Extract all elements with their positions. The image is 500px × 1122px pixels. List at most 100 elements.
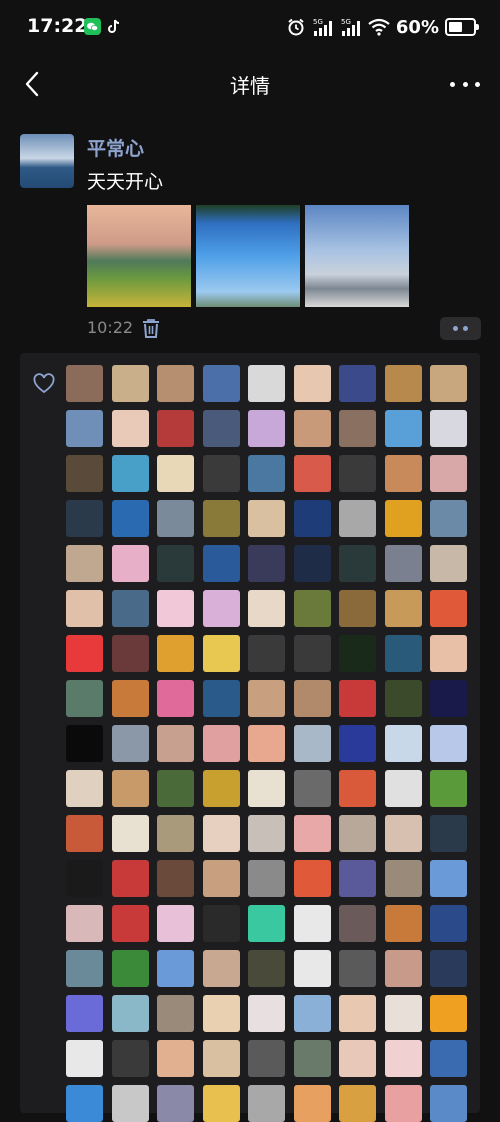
liker-avatar[interactable] [384, 815, 422, 852]
liker-avatar[interactable] [339, 725, 376, 762]
liker-avatar[interactable] [157, 815, 194, 852]
liker-avatar[interactable] [339, 455, 376, 492]
liker-avatar[interactable] [384, 365, 422, 402]
liker-avatar[interactable] [430, 860, 467, 897]
liker-avatar[interactable] [293, 500, 331, 537]
liker-avatar[interactable] [384, 770, 422, 807]
comment-like-button[interactable] [440, 317, 481, 340]
liker-avatar[interactable] [111, 410, 149, 447]
liker-avatar[interactable] [430, 1040, 467, 1077]
liker-avatar[interactable] [339, 680, 376, 717]
liker-avatar[interactable] [157, 410, 194, 447]
liker-avatar[interactable] [66, 680, 103, 717]
liker-avatar[interactable] [66, 410, 103, 447]
liker-avatar[interactable] [339, 365, 376, 402]
liker-avatar[interactable] [430, 995, 467, 1032]
liker-avatar[interactable] [157, 680, 194, 717]
liker-avatar[interactable] [202, 770, 240, 807]
liker-avatar[interactable] [384, 590, 422, 627]
liker-avatar[interactable] [111, 725, 149, 762]
liker-avatar[interactable] [293, 1040, 331, 1077]
liker-avatar[interactable] [248, 590, 285, 627]
liker-avatar[interactable] [248, 455, 285, 492]
liker-avatar[interactable] [111, 995, 149, 1032]
liker-avatar[interactable] [293, 725, 331, 762]
liker-avatar[interactable] [202, 815, 240, 852]
liker-avatar[interactable] [202, 500, 240, 537]
liker-avatar[interactable] [66, 905, 103, 942]
liker-avatar[interactable] [339, 815, 376, 852]
liker-avatar[interactable] [293, 455, 331, 492]
liker-avatar[interactable] [293, 680, 331, 717]
liker-avatar[interactable] [293, 1085, 331, 1122]
liker-avatar[interactable] [66, 995, 103, 1032]
liker-avatar[interactable] [339, 1040, 376, 1077]
liker-avatar[interactable] [384, 545, 422, 582]
liker-avatar[interactable] [157, 635, 194, 672]
liker-avatar[interactable] [111, 905, 149, 942]
liker-avatar[interactable] [66, 500, 103, 537]
author-name[interactable]: 平常心 [87, 134, 144, 161]
liker-avatar[interactable] [111, 860, 149, 897]
liker-avatar[interactable] [111, 1085, 149, 1122]
liker-avatar[interactable] [293, 995, 331, 1032]
liker-avatar[interactable] [339, 770, 376, 807]
liker-avatar[interactable] [293, 905, 331, 942]
liker-avatar[interactable] [66, 950, 103, 987]
liker-avatar[interactable] [66, 1040, 103, 1077]
liker-avatar[interactable] [248, 770, 285, 807]
liker-avatar[interactable] [293, 410, 331, 447]
liker-avatar[interactable] [202, 590, 240, 627]
liker-avatar[interactable] [430, 545, 467, 582]
liker-avatar[interactable] [202, 410, 240, 447]
liker-avatar[interactable] [384, 500, 422, 537]
liker-avatar[interactable] [293, 635, 331, 672]
liker-avatar[interactable] [430, 815, 467, 852]
flower-field-mountain-photo[interactable] [87, 205, 191, 307]
liker-avatar[interactable] [339, 410, 376, 447]
liker-avatar[interactable] [248, 680, 285, 717]
liker-avatar[interactable] [248, 905, 285, 942]
liker-avatar[interactable] [339, 590, 376, 627]
liker-avatar[interactable] [66, 365, 103, 402]
liker-avatar[interactable] [66, 455, 103, 492]
liker-avatar[interactable] [248, 1085, 285, 1122]
liker-avatar[interactable] [202, 905, 240, 942]
liker-avatar[interactable] [111, 545, 149, 582]
liker-avatar[interactable] [248, 635, 285, 672]
liker-avatar[interactable] [248, 500, 285, 537]
liker-avatar[interactable] [202, 365, 240, 402]
liker-avatar[interactable] [111, 590, 149, 627]
liker-avatar[interactable] [430, 500, 467, 537]
liker-avatar[interactable] [66, 1085, 103, 1122]
liker-avatar[interactable] [384, 1040, 422, 1077]
liker-avatar[interactable] [384, 635, 422, 672]
liker-avatar[interactable] [66, 815, 103, 852]
liker-avatar[interactable] [111, 815, 149, 852]
liker-avatar[interactable] [157, 995, 194, 1032]
liker-avatar[interactable] [66, 545, 103, 582]
liker-avatar[interactable] [293, 950, 331, 987]
liker-avatar[interactable] [157, 905, 194, 942]
liker-avatar[interactable] [111, 635, 149, 672]
liker-avatar[interactable] [248, 950, 285, 987]
liker-avatar[interactable] [384, 950, 422, 987]
liker-avatar[interactable] [293, 815, 331, 852]
liker-avatar[interactable] [202, 725, 240, 762]
liker-avatar[interactable] [293, 590, 331, 627]
liker-avatar[interactable] [248, 545, 285, 582]
liker-avatar[interactable] [202, 1085, 240, 1122]
more-button[interactable] [450, 73, 480, 95]
liker-avatar[interactable] [248, 365, 285, 402]
liker-avatar[interactable] [157, 1040, 194, 1077]
liker-avatar[interactable] [384, 725, 422, 762]
liker-avatar[interactable] [430, 950, 467, 987]
liker-avatar[interactable] [430, 410, 467, 447]
liker-avatar[interactable] [157, 950, 194, 987]
liker-avatar[interactable] [66, 860, 103, 897]
liker-avatar[interactable] [339, 545, 376, 582]
liker-avatar[interactable] [293, 545, 331, 582]
liker-avatar[interactable] [157, 455, 194, 492]
liker-avatar[interactable] [66, 635, 103, 672]
liker-avatar[interactable] [157, 770, 194, 807]
